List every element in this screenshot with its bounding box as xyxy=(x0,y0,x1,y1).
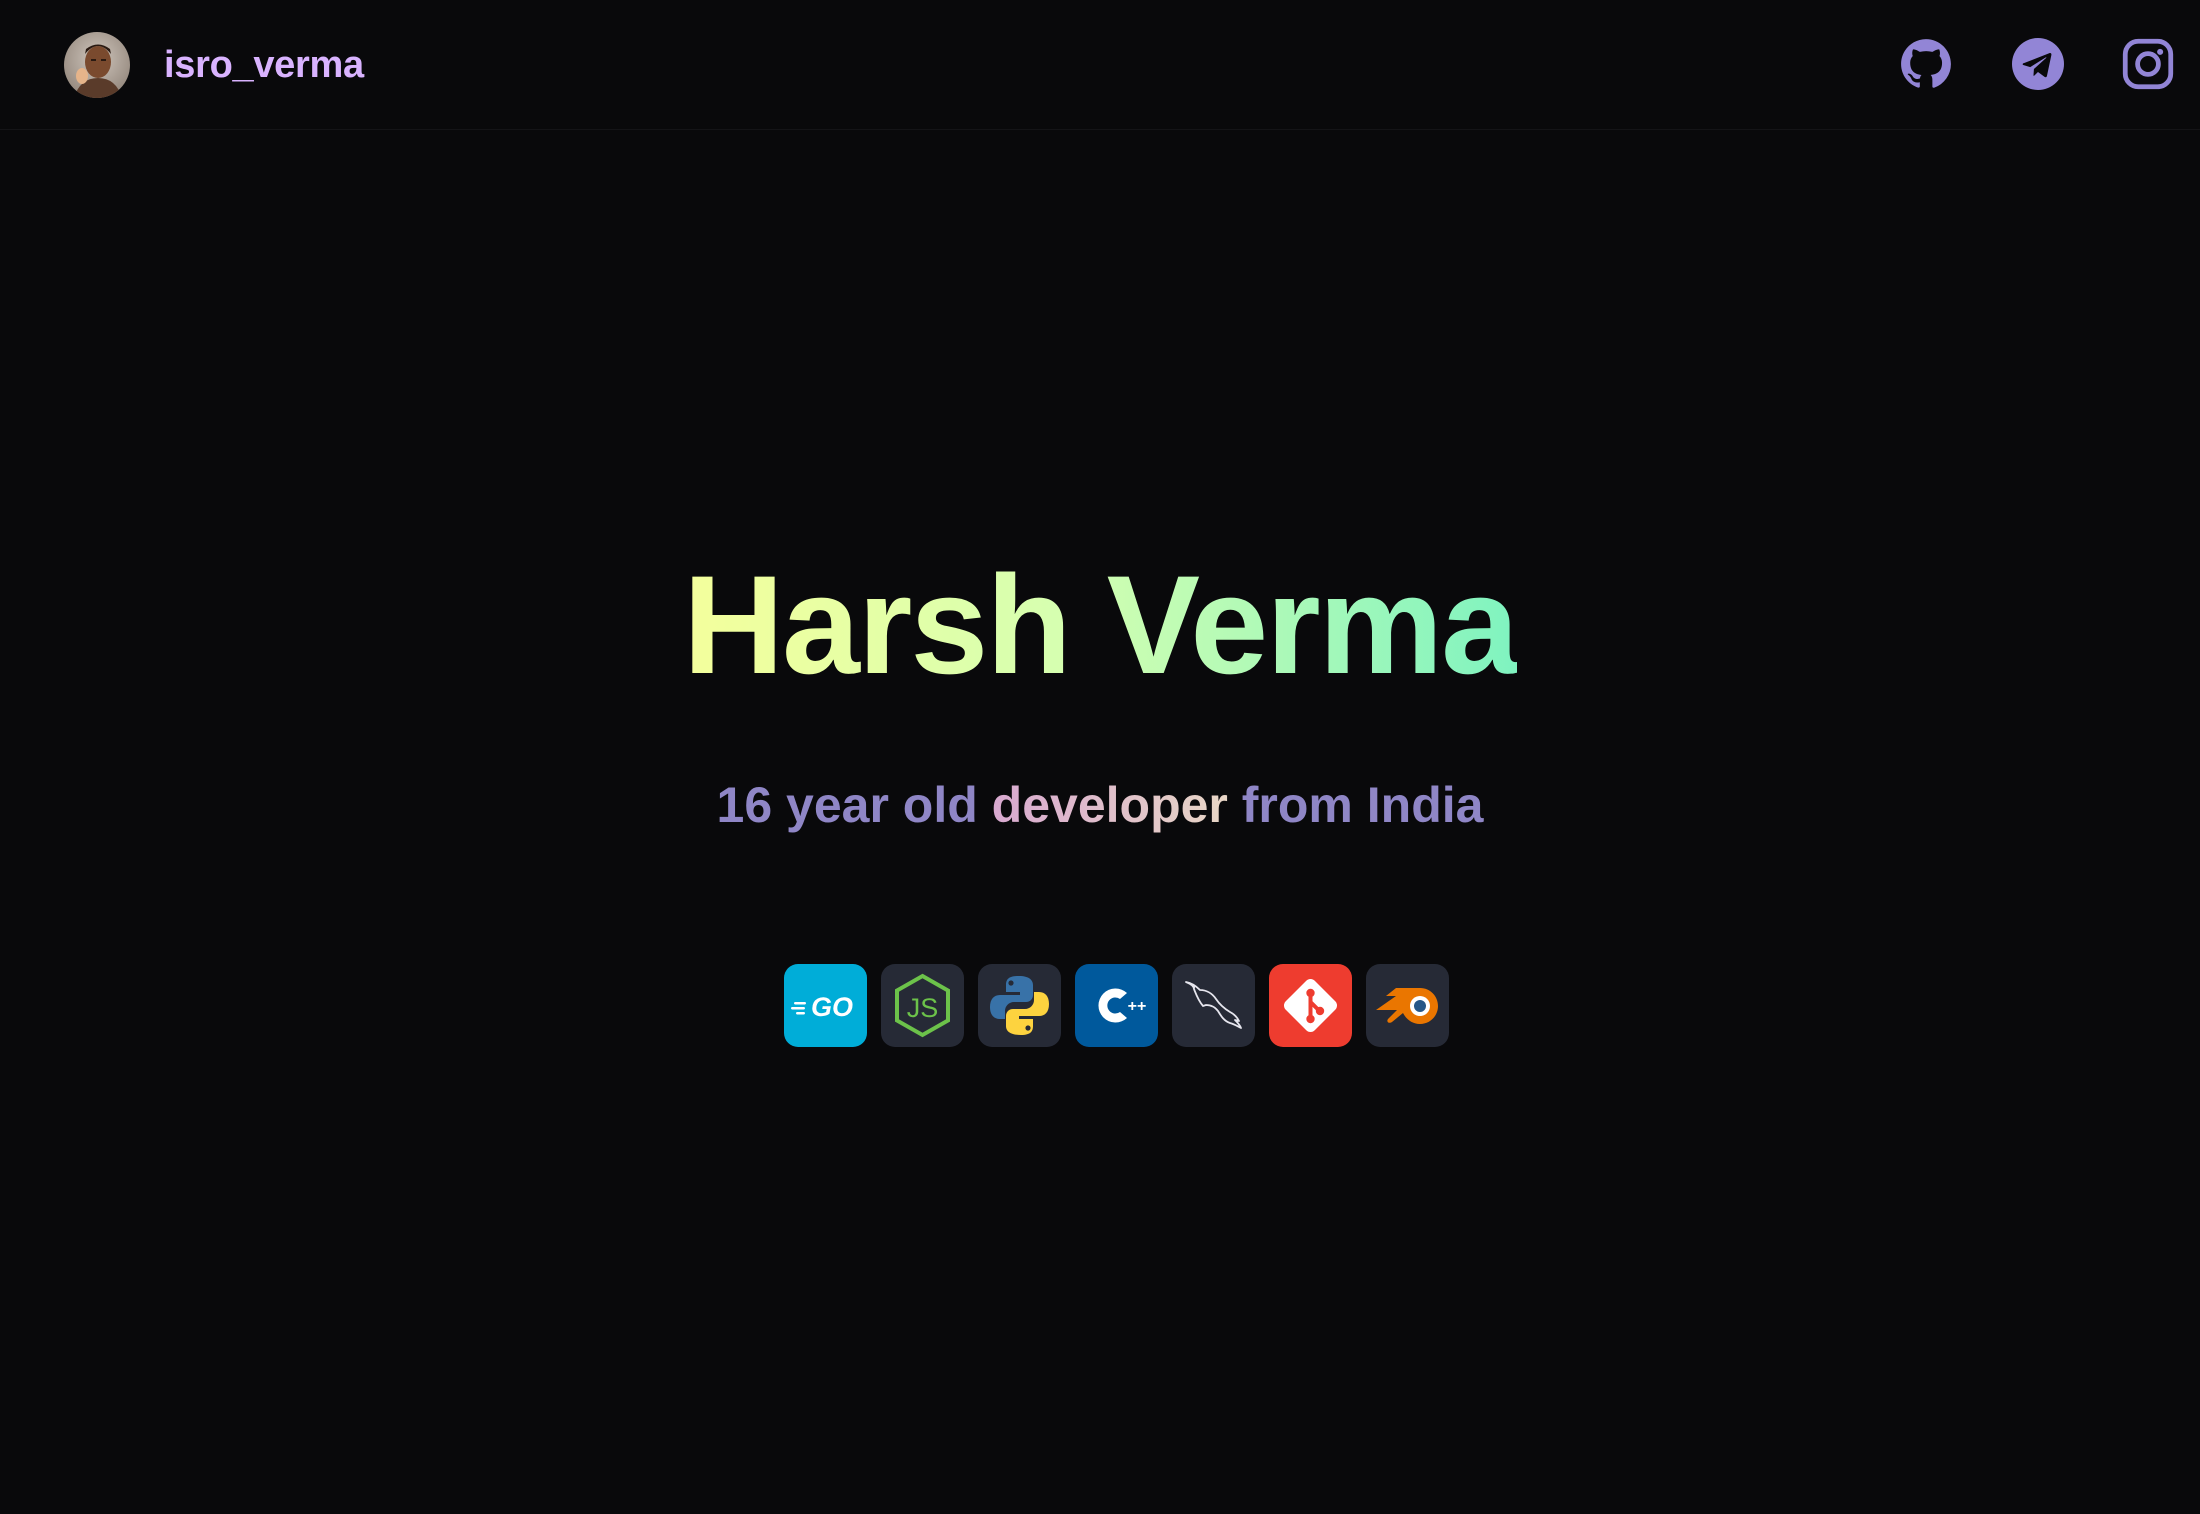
nodejs-icon: JS xyxy=(881,964,964,1047)
go-icon: GO xyxy=(784,964,867,1047)
telegram-icon xyxy=(2012,38,2064,90)
svg-text:++: ++ xyxy=(1128,998,1147,1015)
blender-icon xyxy=(1366,964,1449,1047)
tagline-highlight: developer xyxy=(991,777,1228,833)
python-icon xyxy=(978,964,1061,1047)
svg-text:GO: GO xyxy=(811,992,853,1022)
tagline-post: from India xyxy=(1227,777,1484,833)
home-link[interactable]: isro_verma xyxy=(64,32,364,98)
tech-stack: GO JS ++ xyxy=(784,964,1449,1047)
cpp-icon: ++ xyxy=(1075,964,1158,1047)
instagram-icon xyxy=(2122,38,2174,90)
tagline-pre: 16 year old xyxy=(716,777,992,833)
github-icon xyxy=(1901,39,1951,88)
avatar xyxy=(64,32,130,98)
svg-text:JS: JS xyxy=(907,993,939,1023)
page-title: Harsh Verma xyxy=(0,545,2200,705)
username: isro_verma xyxy=(164,43,364,86)
telegram-link[interactable] xyxy=(2012,38,2064,90)
github-link[interactable] xyxy=(1900,38,1952,90)
mysql-icon xyxy=(1172,964,1255,1047)
instagram-link[interactable] xyxy=(2122,38,2174,90)
navbar: isro_verma xyxy=(0,0,2200,130)
hero-title-text: Harsh Verma xyxy=(682,546,1519,703)
tagline: 16 year old developer from India xyxy=(0,772,2200,838)
git-icon xyxy=(1269,964,1352,1047)
